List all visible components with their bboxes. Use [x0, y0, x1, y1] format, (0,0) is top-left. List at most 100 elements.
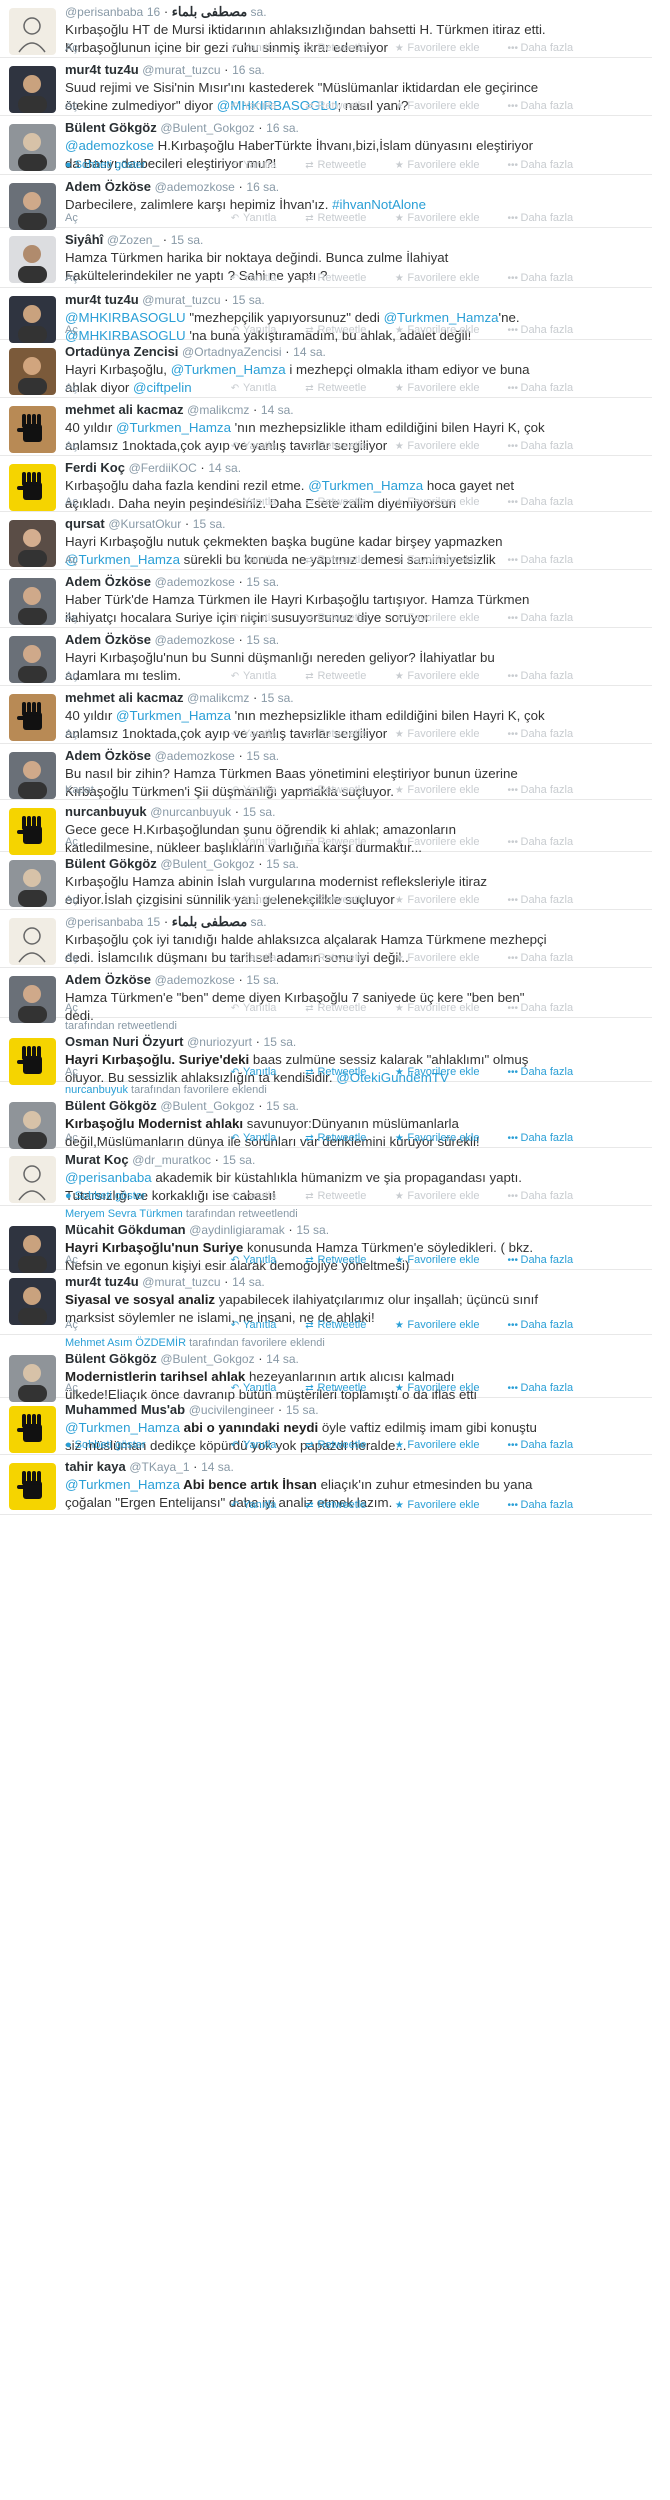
reply-button[interactable]: ↶ Yanıtla [230, 612, 290, 624]
more-button[interactable]: ••• Daha fazla [508, 272, 588, 284]
more-button[interactable]: ••• Daha fazla [508, 1382, 588, 1394]
expand-link[interactable]: Kapat [65, 784, 94, 796]
retweet-button[interactable]: ⇄ Retweetle [304, 836, 380, 848]
author-handle[interactable]: @FerdiiKOC [129, 461, 197, 475]
more-button[interactable]: ••• Daha fazla [508, 1066, 588, 1078]
retweet-button[interactable]: ⇄ Retweetle [304, 496, 380, 508]
reply-button[interactable]: ↶ Yanıtla [230, 159, 290, 171]
favorite-button[interactable]: ★ Favorilere ekle [394, 42, 493, 54]
avatar[interactable] [9, 918, 56, 965]
favorite-button[interactable]: ★ Favorilere ekle [394, 1066, 493, 1078]
author-handle[interactable]: @ademozkose [155, 973, 235, 987]
favorite-button[interactable]: ★ Favorilere ekle [394, 894, 493, 906]
reply-button[interactable]: ↶ Yanıtla [230, 728, 290, 740]
author-name[interactable]: Ortadünya Zencisi [65, 344, 178, 359]
author-handle[interactable]: @TKaya_1 [129, 1460, 189, 1474]
reply-button[interactable]: ↶ Yanıtla [230, 212, 290, 224]
mention-link[interactable]: @Turkmen_Hamza [65, 1477, 180, 1492]
tweet-timestamp[interactable]: 15 sa. [171, 233, 204, 247]
retweet-button[interactable]: ⇄ Retweetle [304, 952, 380, 964]
mention-link[interactable]: @Turkmen_Hamza [116, 708, 231, 723]
tweet-item[interactable]: mur4t tuz4u @murat_tuzcu · 14 sa. Siyasal… [0, 1270, 652, 1335]
reply-button[interactable]: ↶ Yanıtla [230, 42, 290, 54]
reply-button[interactable]: ↶ Yanıtla [230, 554, 290, 566]
retweet-button[interactable]: ⇄ Retweetle [304, 612, 380, 624]
favorite-button[interactable]: ★ Favorilere ekle [394, 382, 493, 394]
tweet-timestamp[interactable]: 14 sa. [201, 1460, 234, 1474]
avatar[interactable] [9, 124, 56, 171]
retweet-button[interactable]: ⇄ Retweetle [304, 212, 380, 224]
author-name-arabic[interactable]: مصطفى بلماء [172, 914, 247, 929]
retweet-button[interactable]: ⇄ Retweetle [304, 1254, 380, 1266]
author-name[interactable]: mehmet ali kacmaz [65, 690, 184, 705]
tweet-timestamp[interactable]: 15 sa. [193, 517, 226, 531]
favorite-button[interactable]: ★ Favorilere ekle [394, 1254, 493, 1266]
more-button[interactable]: ••• Daha fazla [508, 1319, 588, 1331]
favorite-button[interactable]: ★ Favorilere ekle [394, 670, 493, 682]
avatar[interactable] [9, 406, 56, 453]
favorite-button[interactable]: ★ Favorilere ekle [394, 159, 493, 171]
retweet-button[interactable]: ⇄ Retweetle [304, 1499, 380, 1511]
tweet-item[interactable]: Adem Özköse @ademozkose · 15 sa. Bu nasıl… [0, 744, 652, 800]
expand-link[interactable]: Aç [65, 1002, 78, 1014]
author-name[interactable]: mur4t tuz4u [65, 62, 139, 77]
tweet-timestamp[interactable]: 15 sa. [246, 973, 279, 987]
mention-link[interactable]: @MHKIRBASOGLU [65, 310, 186, 325]
favorite-button[interactable]: ★ Favorilere ekle [394, 1132, 493, 1144]
author-name[interactable]: Adem Özköse [65, 179, 151, 194]
author-handle[interactable]: @ademozkose [155, 749, 235, 763]
more-button[interactable]: ••• Daha fazla [508, 1190, 588, 1202]
reply-button[interactable]: ↶ Yanıtla [230, 952, 290, 964]
retweet-button[interactable]: ⇄ Retweetle [304, 554, 380, 566]
more-button[interactable]: ••• Daha fazla [508, 1132, 588, 1144]
author-handle[interactable]: @aydinligiaramak [189, 1223, 285, 1237]
retweet-button[interactable]: ⇄ Retweetle [304, 159, 380, 171]
expand-link[interactable]: Aç [65, 272, 78, 284]
tweet-item[interactable]: @perisanbaba مصطفى بلماء · 15 sa. Kırbaşo… [0, 910, 652, 968]
context-user-link[interactable]: nurcanbuyuk [65, 1084, 128, 1096]
tweet-item[interactable]: Adem Özköse @ademozkose · 15 sa. Hamza Tü… [0, 968, 652, 1023]
favorite-button[interactable]: ★ Favorilere ekle [394, 1002, 493, 1014]
author-handle[interactable]: @Bulent_Gokgoz [160, 121, 254, 135]
avatar[interactable] [9, 1102, 56, 1149]
tweet-item[interactable]: Muhammed Mus'ab @ucivilengineer · 15 sa.… [0, 1398, 652, 1455]
reply-button[interactable]: ↶ Yanıtla [230, 440, 290, 452]
tweet-timestamp[interactable]: 15 sa. [223, 1153, 256, 1167]
favorite-button[interactable]: ★ Favorilere ekle [394, 272, 493, 284]
avatar[interactable] [9, 1156, 56, 1203]
tweet-timestamp[interactable]: 14 sa. [208, 461, 241, 475]
more-button[interactable]: ••• Daha fazla [508, 728, 588, 740]
mention-link[interactable]: @Turkmen_Hamza [171, 362, 286, 377]
more-button[interactable]: ••• Daha fazla [508, 554, 588, 566]
expand-link[interactable]: Aç [65, 670, 78, 682]
favorite-button[interactable]: ★ Favorilere ekle [394, 1499, 493, 1511]
tweet-item[interactable]: Mehmet Asım ÖZDEMİR tarafından favoriler… [0, 1335, 652, 1402]
tweet-item[interactable]: Adem Özköse @ademozkose · 16 sa. Darbecil… [0, 175, 652, 230]
more-button[interactable]: ••• Daha fazla [508, 440, 588, 452]
expand-link[interactable]: Aç [65, 836, 78, 848]
tweet-timestamp[interactable]: 16 sa. [246, 180, 279, 194]
author-handle[interactable]: @murat_tuzcu [142, 1275, 220, 1289]
author-handle[interactable]: @perisanbaba [65, 915, 143, 929]
author-handle[interactable]: @murat_tuzcu [142, 293, 220, 307]
avatar[interactable] [9, 976, 56, 1023]
tweet-item[interactable]: Adem Özköse @ademozkose · 15 sa. Haber Tü… [0, 570, 652, 628]
mention-link[interactable]: @Turkmen_Hamza [116, 420, 231, 435]
avatar[interactable] [9, 464, 56, 511]
author-handle[interactable]: @nurcanbuyuk [150, 805, 231, 819]
tweet-timestamp[interactable]: 15 sa. [232, 293, 265, 307]
retweet-button[interactable]: ⇄ Retweetle [304, 1190, 380, 1202]
avatar[interactable] [9, 694, 56, 741]
avatar[interactable] [9, 578, 56, 625]
favorite-button[interactable]: ★ Favorilere ekle [394, 212, 493, 224]
favorite-button[interactable]: ★ Favorilere ekle [394, 1382, 493, 1394]
author-handle[interactable]: @OrtadnyaZencisi [182, 345, 282, 359]
retweet-button[interactable]: ⇄ Retweetle [304, 784, 380, 796]
avatar[interactable] [9, 1278, 56, 1325]
favorite-button[interactable]: ★ Favorilere ekle [394, 496, 493, 508]
tweet-item[interactable]: Ortadünya Zencisi @OrtadnyaZencisi · 14 … [0, 340, 652, 398]
expand-link[interactable]: Aç [65, 496, 78, 508]
favorite-button[interactable]: ★ Favorilere ekle [394, 1319, 493, 1331]
avatar[interactable] [9, 66, 56, 113]
tweet-item[interactable]: Adem Özköse @ademozkose · 15 sa. Hayri Kı… [0, 628, 652, 686]
